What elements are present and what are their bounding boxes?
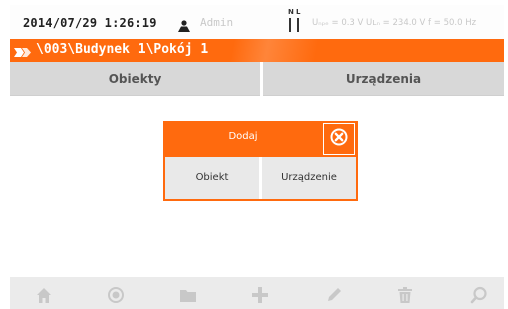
pencil-icon[interactable] [325,286,343,304]
person-icon [177,17,191,32]
add-object-button[interactable]: Obiekt [165,157,259,199]
measurements-readout: Uₙₚₑ = 0.3 V Uʟₙ = 234.0 V f = 50.0 Hz [312,18,477,28]
tab-devices[interactable]: Urządzenia [263,62,504,96]
user-name: Admin [200,16,234,29]
plus-icon[interactable] [251,286,269,304]
close-circle-icon [330,128,348,150]
dialog-close-button[interactable] [323,123,355,155]
search-icon[interactable] [470,286,488,304]
dialog-title: Dodaj [228,131,258,142]
home-icon[interactable] [35,286,53,304]
location-arrows-icon [14,44,32,57]
phase-n-bar [289,18,291,32]
folder-icon[interactable] [179,286,197,304]
tab-bar: Obiekty Urządzenia [10,62,504,96]
tab-objects[interactable]: Obiekty [10,62,260,96]
trash-icon[interactable] [396,286,414,304]
datetime: 2014/07/29 1:26:19 [23,16,157,30]
dialog-body: Obiekt Urządzenie [165,157,356,199]
phase-indicator: N L [287,8,303,34]
bottom-toolbar [10,277,504,309]
status-bar: 2014/07/29 1:26:19 Admin N L Uₙₚₑ = 0.3 … [10,5,504,39]
phase-l-bar [297,18,299,32]
meter-screen: 2014/07/29 1:26:19 Admin N L Uₙₚₑ = 0.3 … [10,5,504,309]
location-path: \003\Budynek 1\Pokój 1 [36,42,209,57]
target-icon[interactable] [107,286,125,304]
add-dialog: Dodaj Obiekt Urządzenie [163,121,358,201]
phase-n-label: N [288,8,294,16]
add-device-button[interactable]: Urządzenie [262,157,356,199]
phase-l-label: L [296,8,301,16]
location-path-bar: \003\Budynek 1\Pokój 1 [10,39,504,62]
